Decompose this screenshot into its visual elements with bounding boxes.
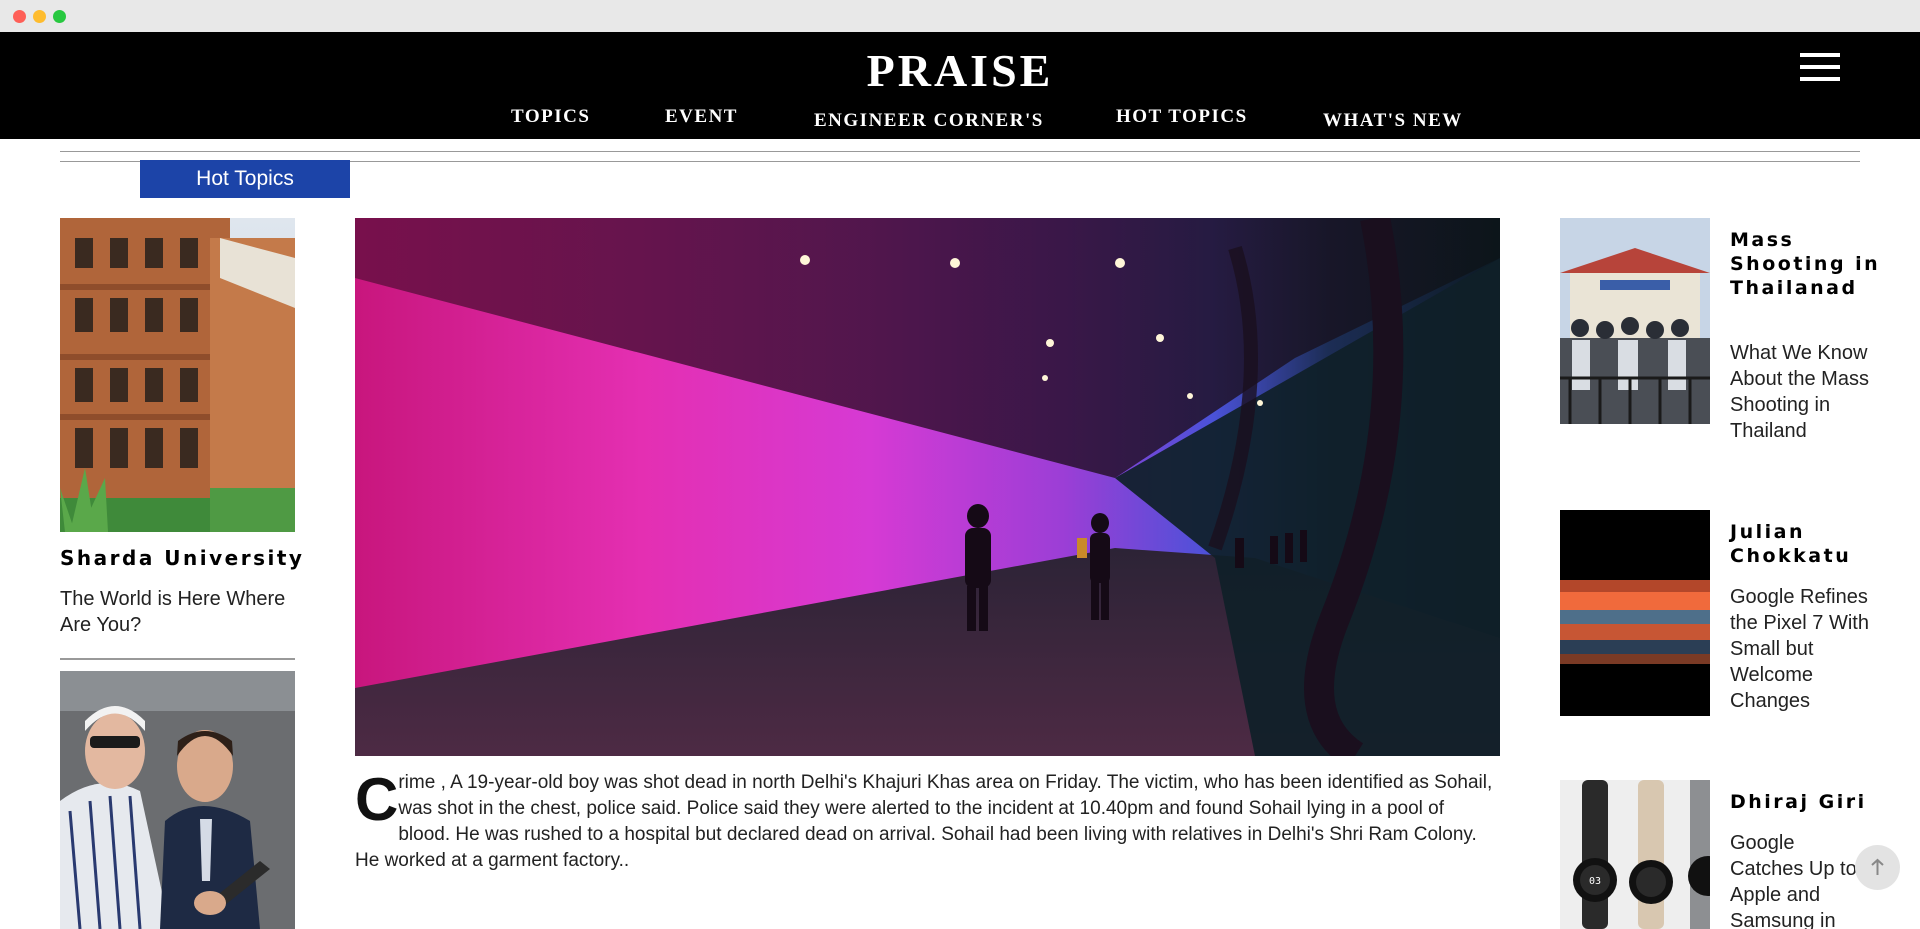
nav-whats-new[interactable]: WHAT'S NEW (1323, 110, 1463, 132)
hamburger-icon[interactable] (1800, 53, 1840, 81)
article-body: C rime , A 19-year-old boy was shot dead… (355, 770, 1500, 874)
pixel-watch-image[interactable]: 03 (1560, 780, 1710, 929)
scroll-to-top-button[interactable] (1855, 845, 1900, 890)
right-item-3-subtitle[interactable]: Google Catches Up to Apple and Samsung i… (1730, 830, 1870, 929)
nav-event[interactable]: EVENT (665, 106, 738, 128)
browser-titlebar (0, 0, 1920, 32)
site-logo[interactable]: PRAISE (0, 44, 1920, 97)
nav-engineer-corners[interactable]: ENGINEER CORNER'S (814, 110, 1044, 132)
tab-hot-topics[interactable]: Hot Topics (140, 160, 350, 198)
svg-text:03: 03 (1589, 876, 1601, 887)
maximize-window-icon[interactable] (53, 10, 66, 23)
sharda-university-image[interactable] (60, 218, 295, 532)
right-item-1-subtitle[interactable]: What We Know About the Mass Shooting in … (1730, 340, 1870, 444)
politicians-photo-image[interactable] (60, 671, 295, 929)
right-item-2-title[interactable]: Julian Chokkatu (1730, 520, 1890, 568)
site-header: PRAISE TOPICS EVENT ENGINEER CORNER'S HO… (0, 32, 1920, 139)
left-item-divider (60, 658, 295, 660)
hero-tunnel-image[interactable] (355, 218, 1500, 756)
section-divider-top (60, 151, 1860, 152)
nav-hot-topics[interactable]: HOT TOPICS (1116, 106, 1248, 128)
nav-topics[interactable]: TOPICS (511, 106, 590, 128)
thailand-shooting-image[interactable] (1560, 218, 1710, 424)
left-item-subtitle[interactable]: The World is Here Where Are You? (60, 586, 295, 638)
right-item-2-subtitle[interactable]: Google Refines the Pixel 7 With Small bu… (1730, 584, 1870, 714)
left-item-title[interactable]: Sharda University (60, 546, 304, 570)
article-dropcap: C (355, 766, 399, 833)
article-text: rime , A 19-year-old boy was shot dead i… (355, 772, 1493, 871)
minimize-window-icon[interactable] (33, 10, 46, 23)
arrow-up-icon (1871, 858, 1884, 875)
pixel-laptop-image[interactable] (1560, 510, 1710, 716)
right-item-1-title[interactable]: Mass Shooting in Thailanad (1730, 228, 1890, 300)
right-item-3-title[interactable]: Dhiraj Giri (1730, 790, 1890, 814)
close-window-icon[interactable] (13, 10, 26, 23)
